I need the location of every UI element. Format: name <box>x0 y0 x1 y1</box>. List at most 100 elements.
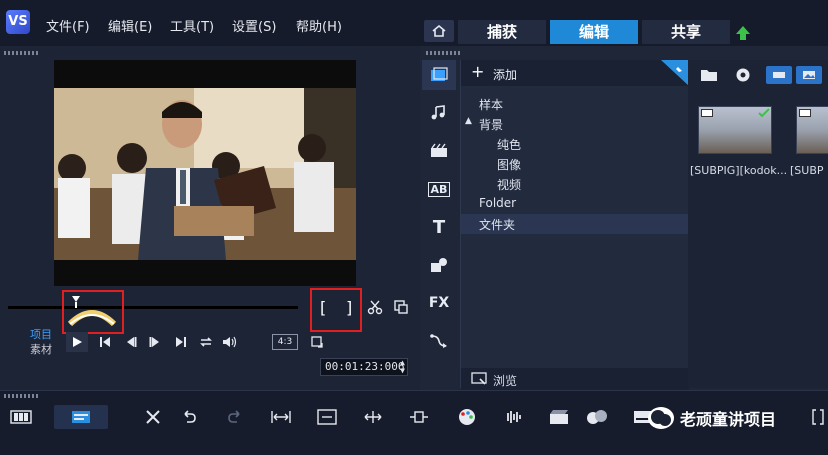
menu-settings[interactable]: 设置(S) <box>232 16 276 35</box>
expand-toolbar-button[interactable] <box>808 405 828 429</box>
repeat-button[interactable] <box>196 332 216 352</box>
mark-in-button[interactable]: [ <box>320 298 326 317</box>
aspect-ratio-dropdown[interactable]: 4:3 <box>272 334 298 350</box>
mode-project[interactable]: 项目 <box>30 327 52 342</box>
tree-item-samples[interactable]: 样本 <box>479 96 503 113</box>
timecode-field[interactable]: 00:01:23:006 ▲ ▼ <box>320 358 408 376</box>
next-frame-button[interactable] <box>146 332 164 352</box>
media-thumbnail[interactable] <box>796 106 828 154</box>
track-manager-button[interactable] <box>406 405 432 429</box>
color-effects-button[interactable] <box>454 405 480 429</box>
toolbar-grip[interactable] <box>4 394 38 398</box>
watermark: 老顽童讲项目 <box>648 406 776 430</box>
fit-frame-icon <box>317 409 337 425</box>
menu-tools[interactable]: 工具(T) <box>170 16 214 35</box>
ab-transition-icon: AB <box>427 181 451 197</box>
timecode-spinner-icon[interactable]: ▲ ▼ <box>400 359 405 375</box>
video-preview[interactable] <box>54 60 356 286</box>
show-video-button[interactable] <box>766 66 792 84</box>
import-media-button[interactable] <box>698 66 720 84</box>
redo-button[interactable] <box>222 405 248 429</box>
play-mode-selector[interactable]: 项目 素材 <box>30 327 52 357</box>
scrub-track[interactable] <box>8 306 298 309</box>
tab-share[interactable]: 共享 <box>642 20 730 44</box>
tools-icon <box>146 410 160 424</box>
media-thumbnail[interactable] <box>698 106 772 154</box>
scissors-icon <box>367 300 383 315</box>
skip-start-icon <box>100 337 110 347</box>
menu-file[interactable]: 文件(F) <box>46 16 90 35</box>
redo-icon <box>228 410 240 423</box>
menu-help[interactable]: 帮助(H) <box>296 16 342 35</box>
add-folder-button[interactable]: + 添加 <box>461 60 689 86</box>
panel-grip[interactable] <box>4 51 38 55</box>
pin-icon[interactable] <box>661 60 689 86</box>
title-category-button[interactable]: T <box>422 212 456 242</box>
scene-illustration <box>54 88 356 260</box>
library-grip[interactable] <box>426 51 462 55</box>
transition-category-button[interactable]: AB <box>422 174 456 204</box>
tree-item-videos[interactable]: 视频 <box>497 176 521 193</box>
tree-item-images[interactable]: 图像 <box>497 156 521 173</box>
enlarge-preview-button[interactable] <box>392 298 410 316</box>
mask-creator-button[interactable] <box>584 405 610 429</box>
show-photo-button[interactable] <box>796 66 822 84</box>
record-capture-button[interactable] <box>732 66 754 84</box>
go-to-end-button[interactable] <box>172 332 190 352</box>
trim-marker-icon <box>67 296 117 327</box>
tab-capture[interactable]: 捕获 <box>458 20 546 44</box>
audio-category-button[interactable] <box>422 98 456 128</box>
timeline-view-button[interactable] <box>8 405 34 429</box>
storyboard-icon <box>72 411 90 423</box>
title-instant-icon <box>431 143 447 157</box>
multi-camera-button[interactable] <box>546 405 572 429</box>
mode-clip[interactable]: 素材 <box>30 342 52 357</box>
volume-button[interactable] <box>220 332 240 352</box>
path-category-button[interactable] <box>422 326 456 356</box>
instant-project-button[interactable] <box>422 136 456 166</box>
browse-label: 浏览 <box>493 374 518 388</box>
menu-edit[interactable]: 编辑(E) <box>108 16 152 35</box>
mark-out-button[interactable]: ] <box>346 298 352 317</box>
play-button[interactable] <box>66 332 88 352</box>
fit-screen-button[interactable] <box>314 405 340 429</box>
trim-handle-highlight[interactable] <box>62 290 124 334</box>
go-to-start-button[interactable] <box>96 332 114 352</box>
split-clip-button[interactable] <box>366 298 384 316</box>
add-folder-label: 添加 <box>493 68 518 82</box>
tree-item-custom-folder[interactable]: 文件夹 <box>479 216 515 233</box>
path-icon <box>430 334 447 348</box>
toolbox-button[interactable] <box>140 405 166 429</box>
check-icon <box>758 108 770 118</box>
tree-item-solid-color[interactable]: 纯色 <box>497 136 521 153</box>
library-category-bar: AB T FX <box>422 60 456 360</box>
video-frame-image <box>54 88 356 260</box>
storyboard-view-button[interactable] <box>54 405 108 429</box>
play-icon <box>73 337 82 347</box>
media-library-area: [SUBPIG][kodok... [SUBP <box>688 60 828 388</box>
upload-arrow-icon[interactable] <box>734 24 752 42</box>
tree-item-folder[interactable]: Folder <box>479 196 516 210</box>
aperture-icon <box>736 68 750 82</box>
crop-icon <box>311 336 323 348</box>
graphic-category-button[interactable] <box>422 250 456 280</box>
expand-arrow-icon[interactable]: ▲ <box>465 116 472 126</box>
skip-end-icon <box>176 337 186 347</box>
previous-frame-button[interactable] <box>122 332 140 352</box>
media-category-button[interactable] <box>422 60 456 90</box>
speaker-icon <box>223 336 237 348</box>
plus-icon: + <box>471 62 485 81</box>
tree-item-backgrounds[interactable]: 背景 <box>479 116 503 133</box>
undo-button[interactable] <box>176 405 202 429</box>
home-button[interactable] <box>424 20 454 42</box>
filter-category-button[interactable]: FX <box>422 288 456 318</box>
tab-edit[interactable]: 编辑 <box>550 20 638 44</box>
fit-timeline-button[interactable] <box>268 405 294 429</box>
audio-mixer-button[interactable] <box>500 405 526 429</box>
photo-filter-icon <box>803 71 815 79</box>
browse-button[interactable]: 浏览 <box>461 368 689 390</box>
media-thumbnail-label: [SUBPIG][kodok... <box>690 164 788 177</box>
wechat-logo-icon <box>648 407 674 429</box>
zoom-timeline-button[interactable] <box>360 405 386 429</box>
resize-preview-dropdown[interactable] <box>306 334 328 350</box>
